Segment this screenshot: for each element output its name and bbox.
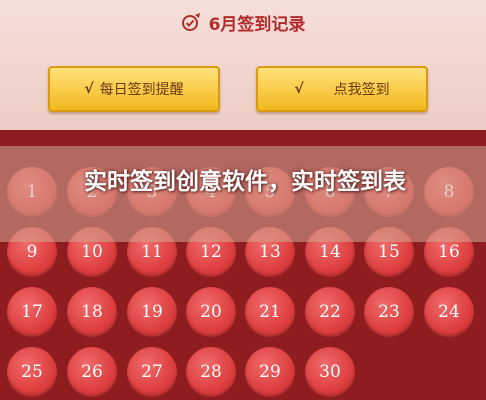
- calendar-day[interactable]: 17: [7, 287, 57, 337]
- calendar-day[interactable]: 29: [245, 347, 295, 397]
- calendar-day[interactable]: 26: [67, 347, 117, 397]
- overlay-caption: 实时签到创意软件，实时签到表: [84, 169, 406, 195]
- calendar-day[interactable]: 28: [186, 347, 236, 397]
- check-icon: √: [294, 81, 304, 97]
- calendar-day[interactable]: 22: [305, 287, 355, 337]
- title-bar: 6月签到记录: [0, 0, 486, 44]
- calendar-day[interactable]: 18: [67, 287, 117, 337]
- calendar-day[interactable]: 24: [424, 287, 474, 337]
- page-title: 6月签到记录: [208, 14, 306, 35]
- calendar-day[interactable]: 20: [186, 287, 236, 337]
- daily-reminder-button[interactable]: √ 每日签到提醒: [48, 66, 220, 112]
- check-in-label: 点我签到: [333, 82, 390, 98]
- header-panel: 6月签到记录 √ 每日签到提醒 √ 点我签到: [0, 0, 486, 130]
- pen-check-icon: [181, 11, 203, 33]
- calendar-day[interactable]: 27: [127, 347, 177, 397]
- check-in-button[interactable]: √ 点我签到: [256, 66, 428, 112]
- calendar-day[interactable]: 30: [305, 347, 355, 397]
- calendar-day[interactable]: 23: [364, 287, 414, 337]
- calendar-day[interactable]: 25: [7, 347, 57, 397]
- check-icon: √: [84, 81, 94, 97]
- calendar-day[interactable]: 21: [245, 287, 295, 337]
- calendar-day[interactable]: 19: [127, 287, 177, 337]
- daily-reminder-label: 每日签到提醒: [99, 82, 184, 98]
